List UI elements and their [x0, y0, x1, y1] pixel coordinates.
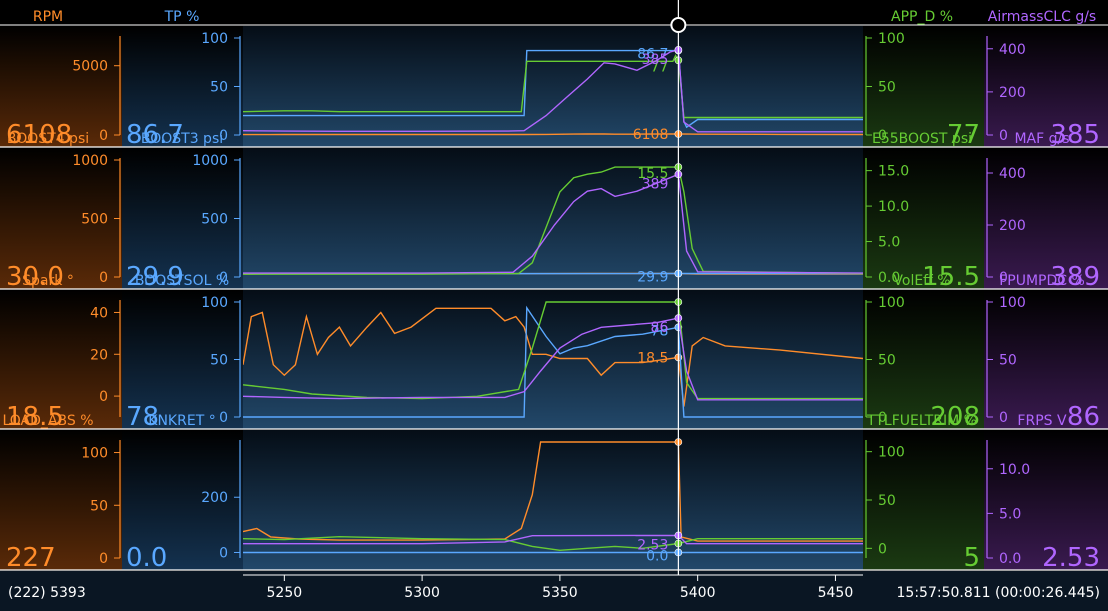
panel-3: Spark °4020018.518.5BOOSTSOL %1005007878…	[0, 273, 1108, 432]
cursor-value-label: 385	[642, 52, 669, 68]
plot-area	[243, 26, 863, 147]
current-value: 0.0	[126, 543, 167, 573]
series-label: BOOST4 psi	[7, 131, 89, 147]
tick-label: 0	[99, 389, 108, 405]
x-tick-label: 5450	[818, 585, 854, 601]
series-label: FPUMPDC %	[999, 273, 1085, 289]
tick-label: 200	[201, 490, 228, 506]
tick-label: 1000	[192, 153, 228, 169]
tick-label: 100	[81, 446, 108, 462]
tick-label: 100	[201, 295, 228, 311]
tick-label: 50	[999, 353, 1017, 369]
tick-label: 200	[999, 85, 1026, 101]
status-left: (222) 5393	[8, 585, 86, 601]
series-label: BOOSTSOL %	[135, 273, 229, 289]
series-label: BOOST3 psi	[141, 131, 223, 147]
plot-area	[243, 148, 863, 289]
tick-label: 5.0	[999, 506, 1021, 522]
tick-label: 400	[999, 42, 1026, 58]
tick-label: 5000	[72, 59, 108, 75]
tick-label: 200	[999, 218, 1026, 234]
cursor-value-label: 18.5	[637, 350, 668, 366]
status-right: 15:57:50.811 (00:00:26.445)	[897, 585, 1100, 601]
panel-1: RPM500006108 6108TP %10050086.786.7APP_D …	[0, 9, 1108, 150]
x-tick-label: 5350	[542, 585, 578, 601]
series-label: AirmassCLC g/s	[988, 9, 1096, 25]
series-label: VolEff %	[893, 273, 950, 289]
tick-label: 500	[201, 212, 228, 228]
tick-label: 100	[878, 31, 905, 47]
tick-label: 0	[219, 410, 228, 426]
tick-label: 0	[99, 551, 108, 567]
tick-label: 0	[99, 128, 108, 144]
tick-label: 50	[878, 353, 896, 369]
series-label: MAF g/s	[1014, 131, 1069, 147]
series-label: E55BOOST psi	[872, 131, 972, 147]
tick-label: 10.0	[878, 199, 909, 215]
series-label: FRPS V	[1017, 413, 1067, 429]
series-label: LOAD_ABS %	[2, 413, 93, 429]
current-value: 86	[1067, 402, 1100, 432]
tick-label: 500	[81, 212, 108, 228]
tick-label: 15.0	[878, 164, 909, 180]
x-tick-label: 5300	[404, 585, 440, 601]
datalog-chart[interactable]: RPM500006108 6108TP %10050086.786.7APP_D …	[0, 0, 1108, 611]
tick-label: 50	[878, 80, 896, 96]
cursor-value-label: 389	[642, 176, 669, 192]
series-line	[243, 133, 864, 136]
tick-label: 20	[90, 347, 108, 363]
tick-label: 0	[999, 410, 1008, 426]
tick-label: 50	[90, 498, 108, 514]
series-label: KNKRET °	[148, 413, 215, 429]
tick-label: 100	[878, 445, 905, 461]
tick-label: 10.0	[999, 462, 1030, 478]
series-label: RPM	[33, 9, 63, 25]
current-value: 227	[6, 543, 56, 573]
plot-area	[243, 290, 863, 429]
tick-label: 0	[99, 270, 108, 286]
series-label: Spark °	[22, 273, 74, 289]
tick-label: 400	[999, 166, 1026, 182]
series-label: APP_D %	[891, 9, 953, 25]
series-label: TTLFUELTRIM %	[866, 413, 977, 429]
tick-label: 50	[210, 80, 228, 96]
series-label: TP %	[164, 9, 200, 25]
panel-4: LOAD_ABS %100500227KNKRET °20000.0 0.0TTL…	[0, 413, 1108, 573]
tick-label: 50	[878, 493, 896, 509]
cursor-value-label: 29.9	[637, 270, 668, 286]
panel-2: BOOST4 psi1000500030.0BOOST3 psi10005000…	[0, 131, 1108, 292]
current-value: 2.53	[1042, 543, 1100, 573]
cursor-handle[interactable]	[670, 17, 687, 33]
tick-label: 50	[210, 353, 228, 369]
cursor-value-label: 2.53	[637, 537, 668, 553]
tick-label: 100	[878, 295, 905, 311]
tick-label: 0.0	[999, 551, 1021, 567]
cursor-value-label: 6108	[633, 127, 669, 143]
tick-label: 0	[219, 545, 228, 561]
tick-label: 1000	[72, 153, 108, 169]
current-value: 5	[963, 543, 980, 573]
x-tick-label: 5250	[267, 585, 303, 601]
x-tick-label: 5400	[680, 585, 716, 601]
tick-label: 40	[90, 305, 108, 321]
tick-label: 0	[878, 541, 887, 557]
cursor-value-label: 86	[651, 320, 669, 336]
tick-label: 0	[999, 128, 1008, 144]
tick-label: 100	[201, 31, 228, 47]
tick-label: 5.0	[878, 235, 900, 251]
tick-label: 100	[999, 295, 1026, 311]
